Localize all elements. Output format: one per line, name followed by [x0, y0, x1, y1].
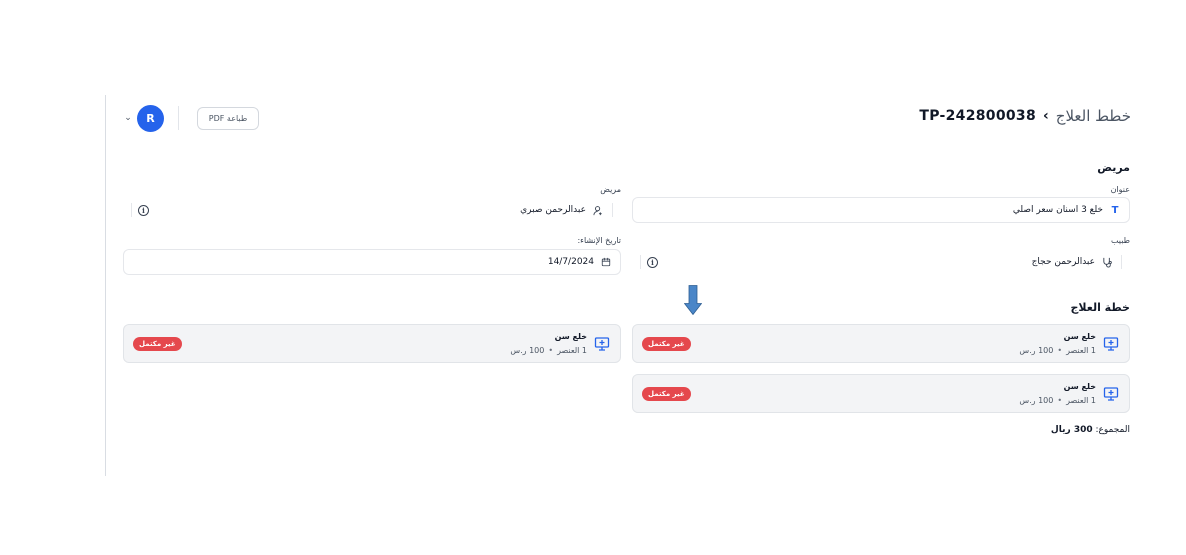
plan-item-meta: 1 العنصر•100 ر.س	[1019, 346, 1096, 355]
created-date-label: تاريخ الإنشاء:	[577, 236, 621, 245]
status-badge: غير مكتمل	[642, 387, 691, 401]
page-left-border	[105, 95, 106, 476]
avatar[interactable]: R	[137, 104, 164, 132]
field-divider	[1121, 255, 1122, 269]
print-pdf-button[interactable]: طباعة PDF	[197, 106, 259, 130]
plan-item-name: خلع سن	[1063, 382, 1096, 391]
doctor-field[interactable]: عبدالرحمن حجاج i	[632, 249, 1130, 275]
text-type-icon: T	[1111, 204, 1119, 216]
plan-item-card[interactable]: خلع سن 1 العنصر•100 ر.س غير مكتمل	[123, 324, 621, 363]
plan-item-card[interactable]: خلع سن 1 العنصر•100 ر.س غير مكتمل	[632, 324, 1130, 363]
plan-total: المجموع: 300 ريال	[1051, 425, 1130, 435]
patient-field-value: عبدالرحمن صبري	[520, 205, 586, 215]
header-divider	[178, 106, 179, 130]
title-field-value: خلع 3 اسنان سعر اصلي	[1012, 205, 1103, 215]
breadcrumb-chevron-icon: ›	[1043, 108, 1049, 124]
info-icon[interactable]: i	[138, 204, 149, 216]
breadcrumb: خطط العلاج › TP-242800038	[919, 107, 1131, 125]
stethoscope-icon	[1101, 256, 1113, 268]
down-arrow-icon	[684, 285, 702, 315]
field-divider-left	[131, 203, 132, 217]
page-header: ⌄ R طباعة PDF خطط العلاج › TP-242800038	[123, 104, 1131, 132]
patient-field[interactable]: عبدالرحمن صبري i	[123, 197, 621, 223]
total-label: المجموع:	[1095, 425, 1130, 435]
plan-item-count: 1 العنصر	[557, 346, 587, 355]
calendar-icon	[600, 256, 612, 268]
status-badge: غير مكتمل	[642, 337, 691, 351]
plan-item-card[interactable]: خلع سن 1 العنصر•100 ر.س غير مكتمل	[632, 374, 1130, 413]
title-field-label: عنوان	[1110, 185, 1130, 194]
chevron-down-icon[interactable]: ⌄	[123, 113, 133, 123]
plan-item-count: 1 العنصر	[1066, 346, 1096, 355]
status-badge: غير مكتمل	[133, 337, 182, 351]
plan-item-name: خلع سن	[554, 332, 587, 341]
doctor-field-label: طبيب	[1110, 236, 1130, 245]
plan-item-meta: 1 العنصر•100 ر.س	[1019, 396, 1096, 405]
created-date-field[interactable]: 14/7/2024	[123, 249, 621, 275]
plan-item-price: 100 ر.س	[1019, 346, 1054, 355]
monitor-icon	[1103, 336, 1119, 352]
monitor-icon	[594, 336, 610, 352]
title-field[interactable]: T خلع 3 اسنان سعر اصلي	[632, 197, 1130, 223]
patient-section-title: مريض	[1097, 161, 1130, 174]
plan-section-title: خطة العلاج	[1070, 301, 1130, 314]
plan-item-price: 100 ر.س	[1019, 396, 1054, 405]
created-date-value: 14/7/2024	[547, 257, 594, 267]
info-icon[interactable]: i	[647, 256, 658, 268]
total-value: 300 ريال	[1050, 425, 1093, 435]
plan-item-name: خلع سن	[1063, 332, 1096, 341]
field-divider	[612, 203, 613, 217]
monitor-icon	[1103, 386, 1119, 402]
user-icon	[592, 204, 604, 216]
plan-item-meta: 1 العنصر•100 ر.س	[510, 346, 587, 355]
page-title: TP-242800038	[919, 108, 1037, 124]
field-divider-left	[640, 255, 641, 269]
plan-item-price: 100 ر.س	[510, 346, 545, 355]
header-actions: ⌄ R طباعة PDF	[123, 104, 259, 132]
breadcrumb-treatment-plans[interactable]: خطط العلاج	[1056, 107, 1131, 125]
doctor-field-value: عبدالرحمن حجاج	[1031, 257, 1095, 267]
plan-item-count: 1 العنصر	[1066, 396, 1096, 405]
patient-field-label: مريض	[600, 185, 621, 194]
